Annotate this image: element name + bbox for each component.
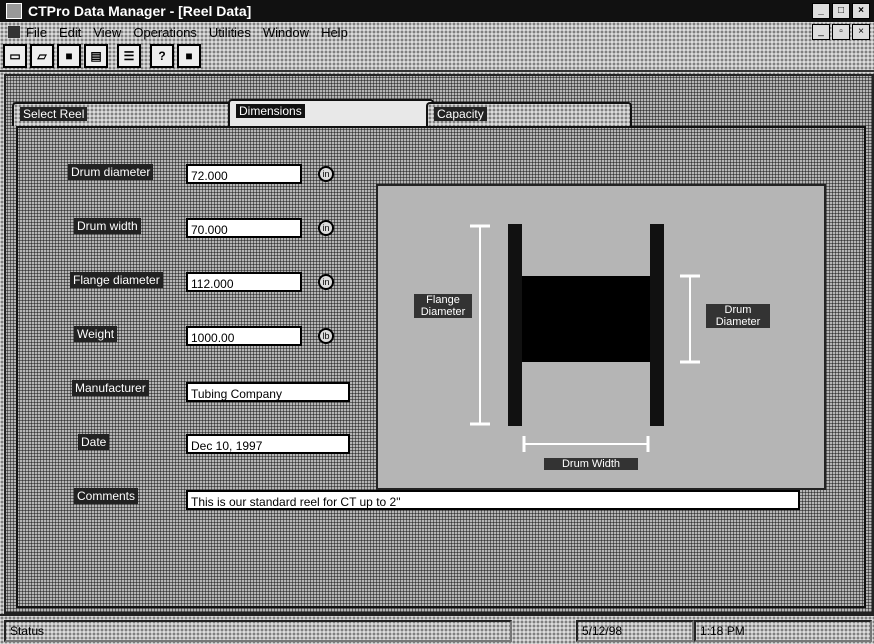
flange-diameter-diagram-label: Flange Diameter xyxy=(414,294,472,318)
child-restore-button[interactable]: ▫ xyxy=(832,24,850,40)
menu-view[interactable]: View xyxy=(93,25,121,40)
drum-diameter-label: Drum diameter xyxy=(68,164,154,180)
menu-help[interactable]: Help xyxy=(321,25,348,40)
reel-diagram-graphic xyxy=(470,224,700,452)
document-icon[interactable] xyxy=(8,26,20,38)
status-text: Status xyxy=(4,620,512,642)
menu-operations[interactable]: Operations xyxy=(133,25,197,40)
status-time: 1:18 PM xyxy=(694,620,872,642)
manufacturer-field[interactable]: Tubing Company xyxy=(186,382,350,402)
units-icon[interactable]: lb xyxy=(318,328,334,344)
menu-file[interactable]: File xyxy=(26,25,47,40)
tab-select-reel[interactable]: Select Reel xyxy=(12,102,236,126)
reel-diagram: Flange Diameter Drum Diameter Drum Width xyxy=(376,184,826,490)
menu-utilities[interactable]: Utilities xyxy=(209,25,251,40)
tab-dimensions[interactable]: Dimensions xyxy=(228,99,434,127)
maximize-button[interactable]: □ xyxy=(832,3,850,19)
print-icon[interactable]: ▤ xyxy=(84,44,108,68)
weight-field[interactable]: 1000.00 xyxy=(186,326,302,346)
window-title: CTPro Data Manager - [Reel Data] xyxy=(28,3,252,19)
drum-width-label: Drum width xyxy=(74,218,141,234)
drum-diameter-diagram-label: Drum Diameter xyxy=(706,304,770,328)
date-field[interactable]: Dec 10, 1997 xyxy=(186,434,350,454)
tab-capacity[interactable]: Capacity xyxy=(426,102,632,126)
close-button[interactable]: × xyxy=(852,3,870,19)
menu-edit[interactable]: Edit xyxy=(59,25,81,40)
dimensions-panel: Drum diameter 72.000 in Drum width 70.00… xyxy=(16,126,866,608)
status-bar: Status 5/12/98 1:18 PM xyxy=(0,614,874,644)
comments-field[interactable]: This is our standard reel for CT up to 2… xyxy=(186,490,800,510)
child-minimize-button[interactable]: _ xyxy=(812,24,830,40)
flange-diameter-field[interactable]: 112.000 xyxy=(186,272,302,292)
open-folder-icon[interactable]: ▱ xyxy=(30,44,54,68)
comments-label: Comments xyxy=(74,488,139,504)
toolbar: ▭ ▱ ■ ▤ ☰ ? ■ xyxy=(0,42,874,72)
flange-diameter-label: Flange diameter xyxy=(70,272,163,288)
list-icon[interactable]: ☰ xyxy=(117,44,141,68)
drum-width-field[interactable]: 70.000 xyxy=(186,218,302,238)
weight-label: Weight xyxy=(74,326,118,342)
minimize-button[interactable]: _ xyxy=(812,3,830,19)
menu-window[interactable]: Window xyxy=(263,25,309,40)
reel-data-window: Select Reel Dimensions Capacity Drum dia… xyxy=(4,74,874,614)
units-icon[interactable]: in xyxy=(318,274,334,290)
child-close-button[interactable]: × xyxy=(852,24,870,40)
date-label: Date xyxy=(78,434,110,450)
drum-width-diagram-label: Drum Width xyxy=(544,458,638,470)
save-icon[interactable]: ■ xyxy=(57,44,81,68)
units-icon[interactable]: in xyxy=(318,166,334,182)
new-file-icon[interactable]: ▭ xyxy=(3,44,27,68)
menu-bar: File Edit View Operations Utilities Wind… xyxy=(0,22,874,43)
tab-strip: Select Reel Dimensions Capacity xyxy=(12,99,862,127)
status-date: 5/12/98 xyxy=(576,620,694,642)
help-icon[interactable]: ? xyxy=(150,44,174,68)
drum-diameter-field[interactable]: 72.000 xyxy=(186,164,302,184)
stop-icon[interactable]: ■ xyxy=(177,44,201,68)
units-icon[interactable]: in xyxy=(318,220,334,236)
manufacturer-label: Manufacturer xyxy=(72,380,149,396)
title-bar: CTPro Data Manager - [Reel Data] _ □ × xyxy=(0,0,874,22)
app-icon[interactable] xyxy=(6,3,22,19)
